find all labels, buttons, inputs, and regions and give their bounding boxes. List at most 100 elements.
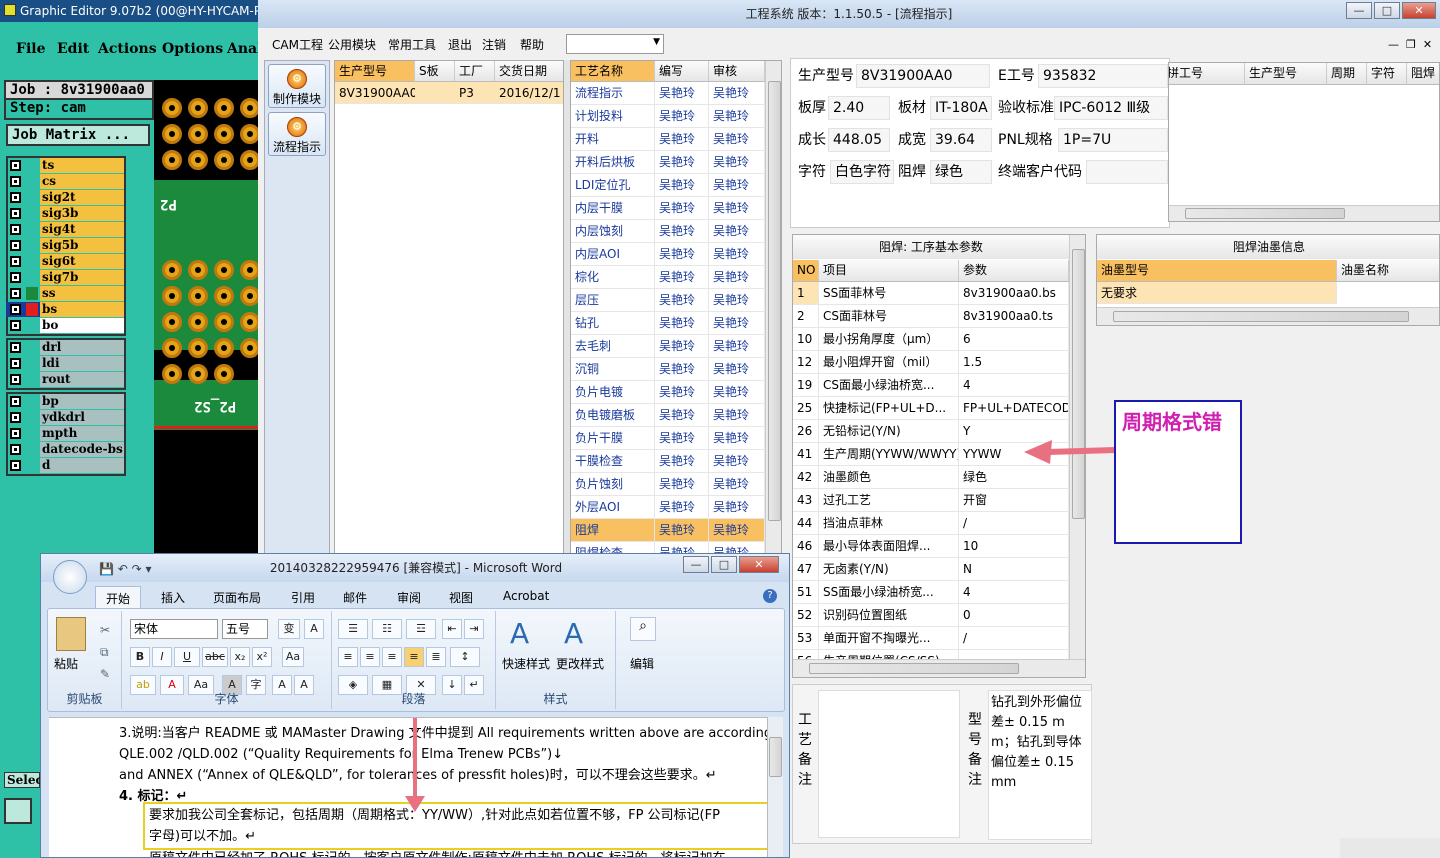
align-left-icon[interactable]: ≡ xyxy=(338,647,358,667)
decrease-indent-icon[interactable]: ⇤ xyxy=(442,619,462,639)
close-icon[interactable]: ✕ xyxy=(1402,2,1436,19)
tab-insert[interactable]: 插入 xyxy=(161,589,185,606)
col-header[interactable]: 工厂 xyxy=(455,61,495,82)
tab-references[interactable]: 引用 xyxy=(291,589,315,606)
bullets-icon[interactable]: ☰ xyxy=(338,619,368,639)
underline-icon[interactable]: U xyxy=(174,647,200,667)
tab-review[interactable]: 审阅 xyxy=(397,589,421,606)
checkbox-icon[interactable] xyxy=(10,412,21,423)
phonetic-icon[interactable]: 变 xyxy=(278,619,300,639)
checkbox-icon[interactable] xyxy=(10,358,21,369)
menu-exit[interactable]: 退出 xyxy=(448,36,472,53)
col-header[interactable]: 字符 xyxy=(1367,63,1407,85)
layer-row[interactable]: sig4t xyxy=(6,222,124,237)
tab-view[interactable]: 视图 xyxy=(449,589,473,606)
col-header[interactable]: 生产型号 xyxy=(335,61,415,82)
layer-row[interactable]: d xyxy=(6,458,124,473)
menu-edit[interactable]: Edit xyxy=(57,41,89,57)
param-value[interactable]: 8v31900aa0.ts xyxy=(959,305,1069,328)
layer-row[interactable]: sig7b xyxy=(6,270,124,285)
checkbox-icon[interactable] xyxy=(10,444,21,455)
distribute-icon[interactable]: ≣ xyxy=(426,647,446,667)
checkbox-icon[interactable] xyxy=(10,460,21,471)
params-hscroll[interactable] xyxy=(793,659,1085,677)
layer-row[interactable]: ss xyxy=(6,286,124,301)
mdi-controls[interactable]: — ❐ ✕ xyxy=(1388,38,1432,51)
param-value[interactable]: 0 xyxy=(959,604,1069,627)
checkbox-icon[interactable] xyxy=(10,288,21,299)
param-value[interactable]: 绿色 xyxy=(959,466,1069,489)
col-header[interactable]: 油墨名称 xyxy=(1337,260,1439,282)
checkbox-icon[interactable] xyxy=(10,428,21,439)
find-icon[interactable]: ⌕ xyxy=(630,617,656,641)
subscript-icon[interactable]: x₂ xyxy=(230,647,250,667)
col-header[interactable]: 周期 xyxy=(1327,63,1367,85)
minimize-icon[interactable]: — xyxy=(1346,2,1372,19)
edit-label[interactable]: 编辑 xyxy=(630,655,654,672)
col-header[interactable]: S板 xyxy=(415,61,455,82)
ink-row-selected[interactable]: 无要求 xyxy=(1097,282,1337,304)
paste-icon[interactable] xyxy=(56,617,86,651)
menu-help[interactable]: 帮助 xyxy=(520,36,544,53)
layer-row[interactable]: sig6t xyxy=(6,254,124,269)
param-value[interactable]: N xyxy=(959,558,1069,581)
checkbox-icon[interactable] xyxy=(10,272,21,283)
italic-icon[interactable]: I xyxy=(152,647,172,667)
param-value[interactable]: 10 xyxy=(959,535,1069,558)
clear-format-icon[interactable]: Aa xyxy=(282,647,304,667)
ink-hscroll[interactable] xyxy=(1097,307,1439,325)
increase-indent-icon[interactable]: ⇥ xyxy=(464,619,484,639)
make-module-button[interactable]: ⚙ 制作模块 xyxy=(268,64,326,108)
param-value[interactable]: 6 xyxy=(959,328,1069,351)
checkbox-icon[interactable] xyxy=(10,320,21,331)
checkbox-icon[interactable] xyxy=(10,396,21,407)
bold-icon[interactable]: B xyxy=(130,647,150,667)
tab-page-layout[interactable]: 页面布局 xyxy=(213,589,261,606)
param-value[interactable]: 4 xyxy=(959,581,1069,604)
word-close-icon[interactable]: ✕ xyxy=(739,556,779,573)
col-header[interactable]: 交货日期 xyxy=(495,61,563,82)
param-value[interactable]: FP+UL+DATECODE xyxy=(959,397,1069,420)
maximize-icon[interactable]: □ xyxy=(1374,2,1400,19)
menu-logout[interactable]: 注销 xyxy=(482,36,506,53)
craft-note-text[interactable] xyxy=(818,690,960,838)
align-right-icon[interactable]: ≡ xyxy=(382,647,402,667)
multilevel-icon[interactable]: ☲ xyxy=(406,619,436,639)
process-scrollbar[interactable] xyxy=(765,61,781,559)
line-spacing-icon[interactable]: ↕ xyxy=(450,647,480,667)
quick-style-icon[interactable]: A xyxy=(510,617,529,650)
change-style-icon[interactable]: A xyxy=(564,617,583,650)
col-header[interactable]: 工艺名称 xyxy=(571,61,655,82)
param-value[interactable]: / xyxy=(959,627,1069,650)
layer-row[interactable]: mpth xyxy=(6,426,124,441)
checkbox-icon[interactable] xyxy=(10,304,21,315)
checkbox-icon[interactable] xyxy=(10,224,21,235)
menu-file[interactable]: File xyxy=(16,41,45,57)
draw-tool-icon[interactable] xyxy=(4,798,32,824)
col-header[interactable]: 参数 xyxy=(959,260,1069,282)
layer-row[interactable]: bp xyxy=(6,394,124,409)
help-icon[interactable]: ? xyxy=(763,589,777,603)
layer-row[interactable]: sig5b xyxy=(6,238,124,253)
superscript-icon[interactable]: x² xyxy=(252,647,272,667)
checkbox-icon[interactable] xyxy=(10,240,21,251)
checkbox-icon[interactable] xyxy=(10,192,21,203)
menu-options[interactable]: Options xyxy=(162,41,223,57)
menu-analysis[interactable]: Anal xyxy=(227,41,258,57)
justify-icon[interactable]: ≡ xyxy=(404,647,424,667)
layer-row[interactable]: cs xyxy=(6,174,124,189)
col-header[interactable]: 阻焊 xyxy=(1407,63,1439,85)
layer-row[interactable]: ldi xyxy=(6,356,124,371)
layer-row[interactable]: ydkdrl xyxy=(6,410,124,425)
layer-row[interactable]: bo xyxy=(6,318,124,333)
tab-acrobat[interactable]: Acrobat xyxy=(503,589,549,603)
checkbox-icon[interactable] xyxy=(10,208,21,219)
clipboard-icons[interactable]: ✂ ⧉ ✎ xyxy=(100,619,110,685)
menu-actions[interactable]: Actions xyxy=(98,41,157,57)
change-style-label[interactable]: 更改样式 xyxy=(556,655,604,672)
numbering-icon[interactable]: ☷ xyxy=(372,619,402,639)
col-header[interactable]: 油墨型号 xyxy=(1097,260,1337,282)
layer-row[interactable]: datecode-bs xyxy=(6,442,124,457)
char-border-icon[interactable]: A xyxy=(304,619,324,639)
module-combo[interactable]: ▼ xyxy=(566,34,664,54)
